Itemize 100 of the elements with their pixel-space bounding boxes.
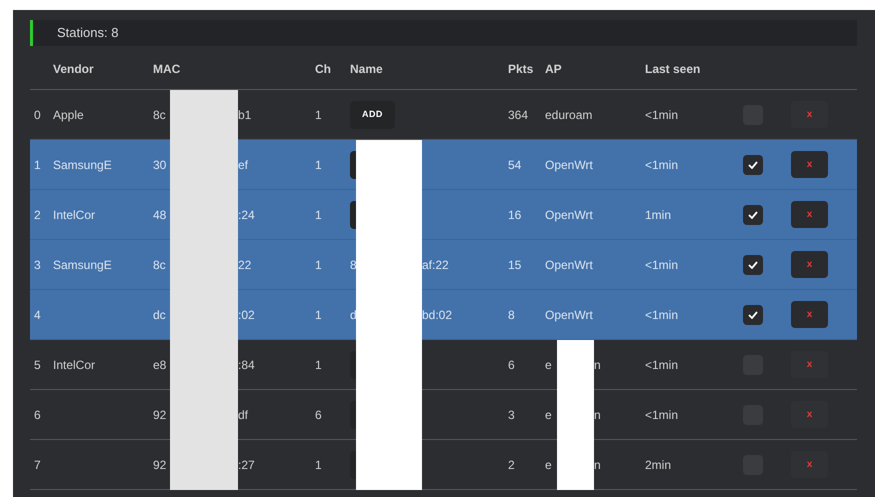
- cell-text: OpenWrt: [545, 256, 593, 274]
- vendor-text: IntelCor: [53, 208, 96, 222]
- last-seen-text: <1min: [645, 408, 678, 422]
- table-row[interactable]: 0 Apple 8c b1 1 ADD 364 eduroam <1min x: [30, 90, 857, 140]
- row-index: 6: [34, 408, 41, 422]
- delete-button[interactable]: x: [791, 101, 828, 128]
- cell-text: OpenWrt: [545, 206, 593, 224]
- channel-text: 1: [315, 158, 322, 172]
- check-icon: [748, 160, 758, 168]
- cell-text: 22: [238, 256, 252, 274]
- column-header: Pkts: [508, 62, 534, 76]
- channel-text: 1: [315, 458, 322, 472]
- row-index: 0: [34, 108, 41, 122]
- table-row[interactable]: 7 92 :27 1 2 e n 2min x: [30, 440, 857, 490]
- cell-text: 48: [153, 206, 168, 224]
- last-seen-text: 1min: [645, 208, 672, 222]
- column-header: Last seen: [645, 62, 700, 76]
- cell-text: OpenWrt: [545, 156, 593, 174]
- name-button[interactable]: [350, 150, 356, 178]
- vendor-text: Apple: [53, 108, 84, 122]
- vendor-text: SamsungE: [53, 258, 112, 272]
- cell-text: dc: [153, 306, 167, 324]
- table-row[interactable]: 1 SamsungE 30 ef 1 54 OpenWrt <1min x: [30, 140, 857, 190]
- checkbox[interactable]: [743, 154, 763, 174]
- delete-button[interactable]: x: [791, 151, 828, 178]
- packets-text: 8: [508, 308, 515, 322]
- check-icon: [748, 210, 758, 218]
- row-index: 1: [34, 158, 41, 172]
- row-index: 7: [34, 458, 41, 472]
- channel-text: 6: [315, 408, 322, 422]
- cell-text: b1: [238, 106, 252, 124]
- delete-button[interactable]: x: [791, 401, 828, 428]
- last-seen-text: <1min: [645, 258, 678, 272]
- checkbox[interactable]: [743, 304, 763, 324]
- checkbox[interactable]: [743, 204, 763, 224]
- delete-button[interactable]: x: [791, 201, 828, 228]
- cell-text: d: [350, 306, 356, 324]
- last-seen-text: <1min: [645, 358, 678, 372]
- table-row[interactable]: 2 IntelCor 48 :24 1 16 OpenWrt 1min x: [30, 190, 857, 240]
- cell-text: e: [545, 456, 553, 474]
- row-index: 4: [34, 308, 41, 322]
- packets-text: 364: [508, 108, 528, 122]
- channel-text: 1: [315, 108, 322, 122]
- name-button[interactable]: [350, 200, 356, 228]
- cell-text: 92: [153, 456, 168, 474]
- row-index: 2: [34, 208, 41, 222]
- cell-text: af:22: [422, 256, 449, 274]
- cell-text: bd:02: [422, 306, 452, 324]
- delete-button[interactable]: x: [791, 251, 828, 278]
- table-row[interactable]: 4 dc :02 1 d bd:02 8 OpenWrt <1min x: [30, 290, 857, 340]
- packets-text: 6: [508, 358, 515, 372]
- cell-text: 8c: [153, 256, 167, 274]
- checkbox[interactable]: [743, 254, 763, 274]
- last-seen-text: <1min: [645, 158, 678, 172]
- cell-text: :24: [238, 206, 255, 224]
- redaction-block: [356, 440, 422, 490]
- cell-text: e: [545, 406, 553, 424]
- cell-text: eduroam: [545, 106, 592, 124]
- channel-text: 1: [315, 358, 322, 372]
- vendor-text: IntelCor: [53, 358, 96, 372]
- cell-text: OpenWrt: [545, 306, 593, 324]
- redaction-block: [557, 440, 594, 490]
- last-seen-text: <1min: [645, 108, 678, 122]
- packets-text: 2: [508, 458, 515, 472]
- packets-text: 54: [508, 158, 522, 172]
- row-index: 5: [34, 358, 41, 372]
- column-header: Vendor: [53, 62, 94, 76]
- delete-button[interactable]: x: [791, 301, 828, 328]
- packets-text: 3: [508, 408, 515, 422]
- redaction-block: [356, 140, 422, 190]
- packets-text: 15: [508, 258, 522, 272]
- cell-text: 8: [350, 256, 356, 274]
- cell-text: n: [594, 456, 601, 474]
- add-button[interactable]: ADD: [350, 100, 395, 128]
- table-row[interactable]: 3 SamsungE 8c 22 1 8 af:22 15 OpenWrt <1min x: [30, 240, 857, 290]
- cell-text: n: [594, 356, 601, 374]
- packets-text: 16: [508, 208, 522, 222]
- column-header: Name: [350, 62, 383, 76]
- cell-text: ef: [238, 156, 248, 174]
- cell-text: 8c: [153, 106, 167, 124]
- header-title: Stations: 8: [57, 24, 118, 42]
- delete-button[interactable]: x: [791, 451, 828, 478]
- cell-text: :27: [238, 456, 255, 474]
- table-row[interactable]: 6 92 df 6 3 e n <1min x: [30, 390, 857, 440]
- channel-text: 1: [315, 308, 322, 322]
- cell-text: :02: [238, 306, 255, 324]
- cell-text: e8: [153, 356, 168, 374]
- redaction-block: [557, 340, 594, 390]
- cell-text: df: [238, 406, 248, 424]
- channel-text: 1: [315, 258, 322, 272]
- check-icon: [748, 310, 758, 318]
- vendor-text: SamsungE: [53, 158, 112, 172]
- redaction-block: [170, 440, 238, 490]
- delete-button[interactable]: x: [791, 351, 828, 378]
- check-icon: [748, 260, 758, 268]
- table-row[interactable]: 5 IntelCor e8 :84 1 6 e n <1min x: [30, 340, 857, 390]
- cell-text: n: [594, 406, 601, 424]
- channel-text: 1: [315, 208, 322, 222]
- cell-text: :84: [238, 356, 255, 374]
- column-header: AP: [545, 62, 562, 76]
